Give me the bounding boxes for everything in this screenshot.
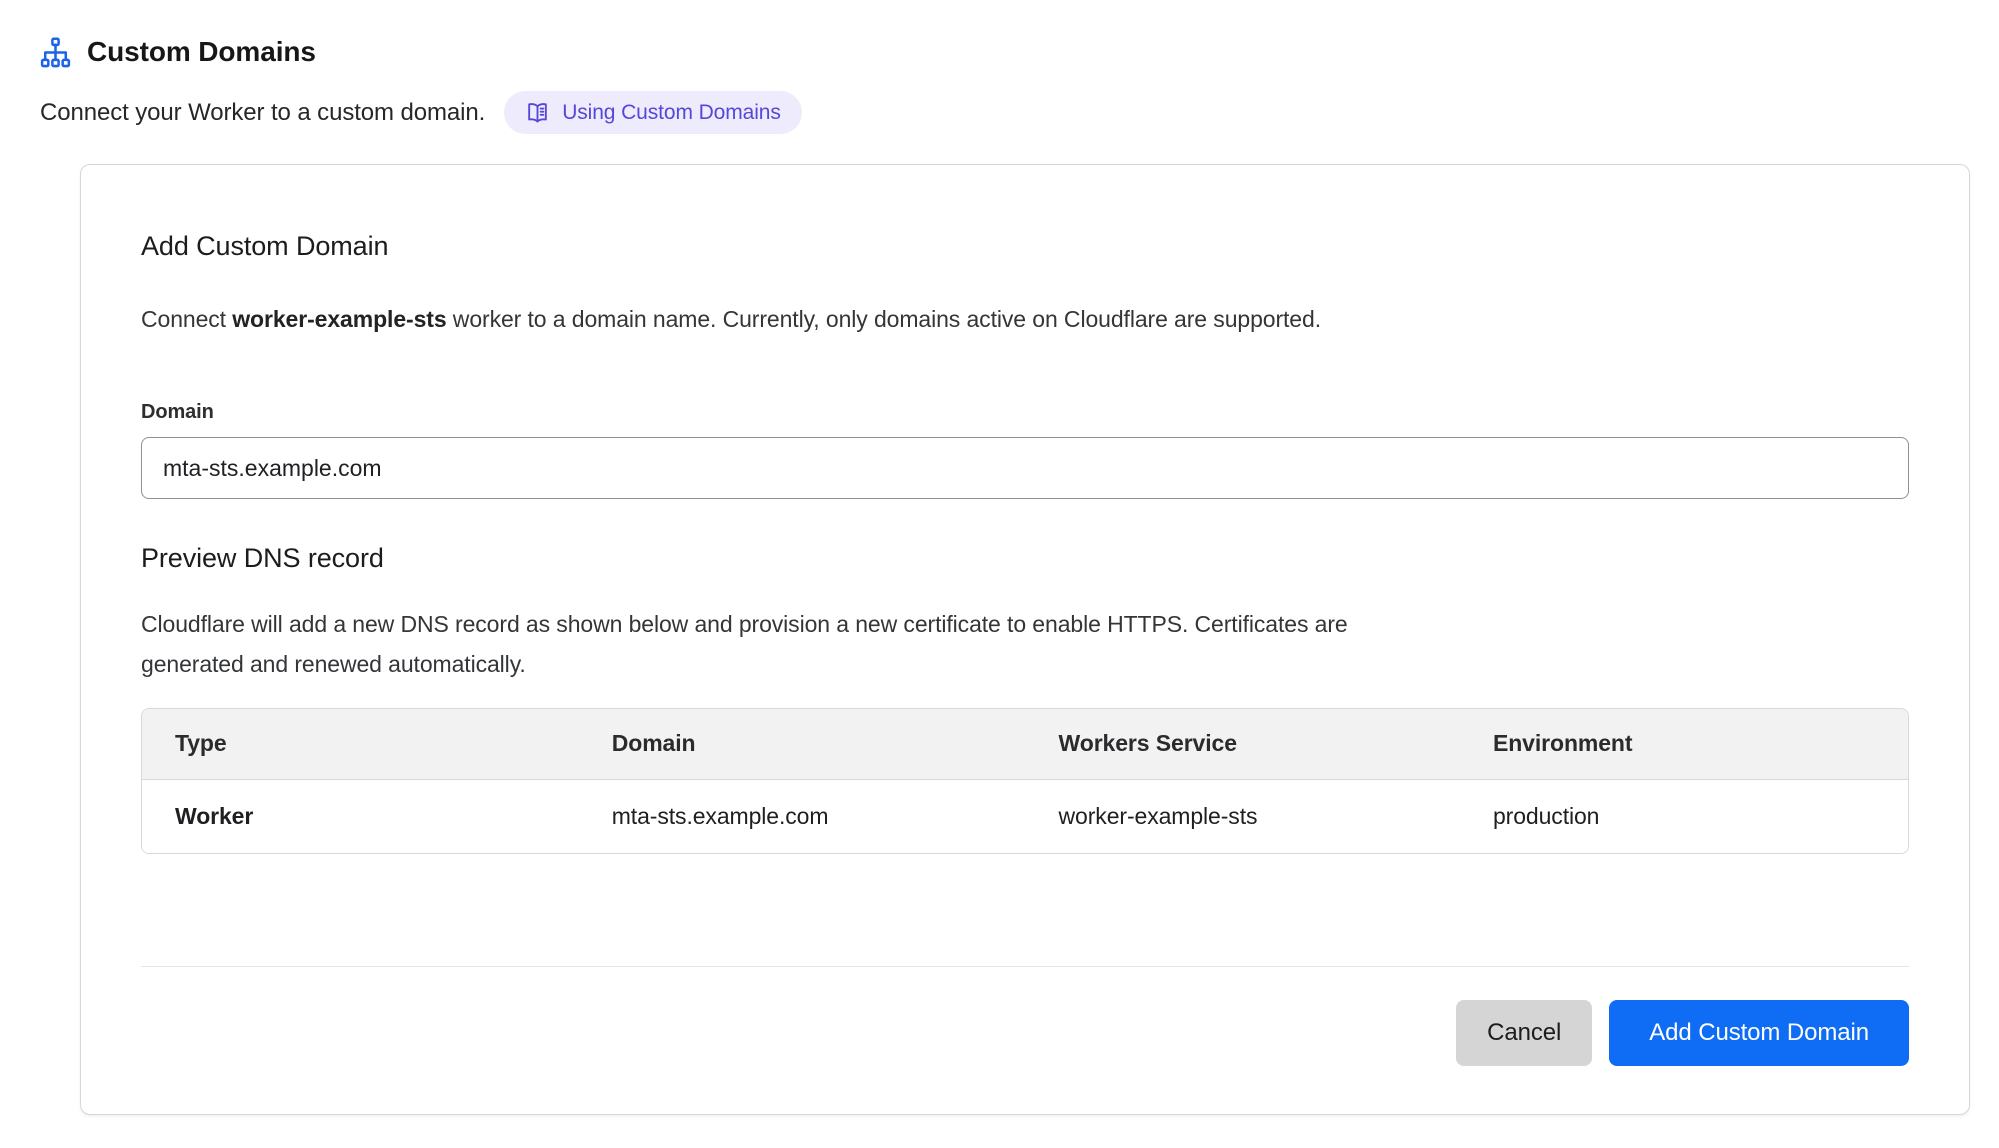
page-subtitle-row: Connect your Worker to a custom domain. …	[40, 91, 1999, 134]
cancel-button[interactable]: Cancel	[1456, 1000, 1592, 1066]
preview-dns-heading: Preview DNS record	[141, 543, 1909, 574]
add-custom-domain-button[interactable]: Add Custom Domain	[1609, 1000, 1909, 1066]
docs-link-label: Using Custom Domains	[562, 101, 781, 125]
worker-name: worker-example-sts	[232, 306, 446, 332]
column-header-workers-service: Workers Service	[1059, 709, 1493, 779]
column-header-domain: Domain	[612, 709, 1059, 779]
preview-desc-line1: Cloudflare will add a new DNS record as …	[141, 611, 1348, 637]
preview-desc-line2: generated and renewed automatically.	[141, 651, 526, 677]
column-header-type: Type	[142, 709, 612, 779]
cell-domain: mta-sts.example.com	[612, 779, 1059, 853]
table-row: Worker mta-sts.example.com worker-exampl…	[142, 779, 1908, 853]
panel-description: Connect worker-example-sts worker to a d…	[141, 306, 1909, 333]
panel-heading: Add Custom Domain	[141, 231, 1909, 262]
page-title-row: Custom Domains	[40, 36, 1999, 68]
cell-type: Worker	[142, 779, 612, 853]
action-buttons-row: Cancel Add Custom Domain	[141, 1000, 1909, 1066]
open-book-icon	[525, 100, 550, 125]
cell-environment: production	[1493, 779, 1908, 853]
footer-divider	[141, 966, 1909, 967]
domain-input[interactable]	[141, 437, 1909, 499]
panel-description-prefix: Connect	[141, 306, 232, 332]
cell-workers-service: worker-example-sts	[1059, 779, 1493, 853]
column-header-environment: Environment	[1493, 709, 1908, 779]
sitemap-icon	[40, 37, 71, 68]
page-header: Custom Domains Connect your Worker to a …	[40, 36, 1999, 134]
table-header-row: Type Domain Workers Service Environment	[142, 709, 1908, 779]
panel-description-suffix: worker to a domain name. Currently, only…	[447, 306, 1321, 332]
docs-link[interactable]: Using Custom Domains	[504, 91, 802, 134]
dns-preview-table: Type Domain Workers Service Environment …	[141, 708, 1909, 854]
page-subtitle: Connect your Worker to a custom domain.	[40, 99, 485, 127]
preview-dns-description: Cloudflare will add a new DNS record as …	[141, 604, 1909, 684]
add-custom-domain-panel: Add Custom Domain Connect worker-example…	[80, 164, 1970, 1115]
domain-label: Domain	[141, 401, 1909, 424]
page-title: Custom Domains	[87, 36, 316, 68]
custom-domains-page: Custom Domains Connect your Worker to a …	[0, 0, 1999, 1115]
